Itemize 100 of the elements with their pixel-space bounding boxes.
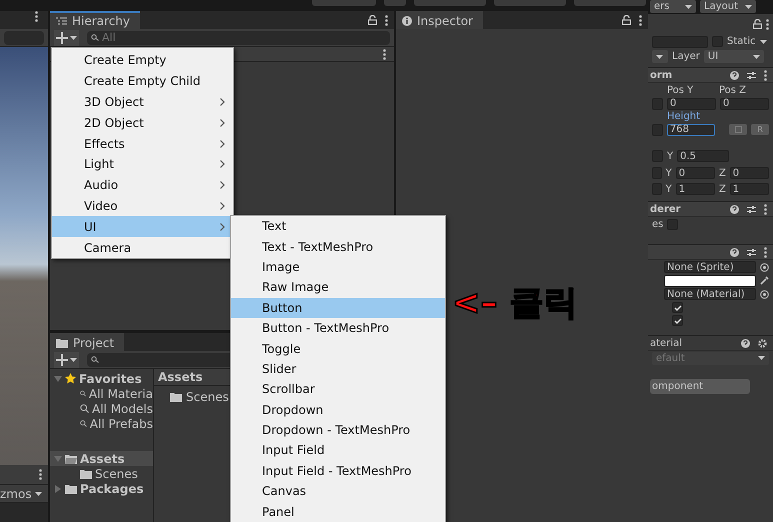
- more-options-icon[interactable]: [383, 48, 386, 60]
- tree-item[interactable]: Scenes: [50, 466, 153, 481]
- tree-item[interactable]: All Models: [50, 401, 153, 416]
- tree-item[interactable]: Packages: [50, 481, 153, 496]
- menu-item[interactable]: Dropdown - TextMeshPro: [231, 420, 445, 440]
- folder-icon: [65, 484, 77, 494]
- input-field[interactable]: 0: [720, 98, 769, 110]
- chevron-right-icon: [220, 222, 225, 231]
- menu-item[interactable]: Create Empty: [52, 50, 233, 71]
- dropdown[interactable]: Layout: [700, 0, 756, 13]
- menu-item[interactable]: Button - TextMeshPro: [231, 318, 445, 338]
- field-label: es: [652, 219, 664, 230]
- menu-item[interactable]: 3D Object: [52, 92, 233, 112]
- preset-icon[interactable]: [747, 248, 756, 256]
- static-label: Static: [727, 36, 756, 47]
- menu-item[interactable]: Video: [52, 196, 233, 216]
- menu-item[interactable]: Toggle: [231, 338, 445, 359]
- preset-icon[interactable]: [747, 70, 756, 80]
- input-field[interactable]: 0: [667, 98, 716, 110]
- input-field[interactable]: 1: [676, 183, 715, 195]
- open-folder-icon: [65, 454, 77, 464]
- more-options-icon[interactable]: [39, 469, 42, 480]
- more-options-icon[interactable]: [639, 14, 642, 26]
- menu-item[interactable]: Audio: [52, 174, 233, 196]
- menu-item[interactable]: Camera: [52, 237, 233, 258]
- menu-item[interactable]: Raw Image: [231, 277, 445, 298]
- checkbox[interactable]: [672, 315, 683, 326]
- more-options-icon[interactable]: [764, 246, 767, 258]
- add-component-button[interactable]: omponent: [650, 379, 750, 394]
- menu-item[interactable]: Effects: [52, 133, 233, 154]
- height-field[interactable]: 768: [666, 124, 716, 136]
- hierarchy-tab[interactable]: Hierarchy: [50, 11, 140, 29]
- target-icon[interactable]: [760, 262, 769, 272]
- plus-icon: [56, 32, 68, 44]
- blueprint-button[interactable]: [729, 124, 748, 135]
- tree-item[interactable]: All Materia: [50, 386, 153, 401]
- caret-icon: [70, 358, 77, 362]
- tree-item[interactable]: All Prefabs: [50, 416, 153, 431]
- input-field[interactable]: 0.5: [677, 150, 730, 162]
- material-field[interactable]: None (Material): [664, 288, 756, 300]
- caret-icon: [752, 54, 760, 58]
- star-icon: [65, 373, 76, 384]
- input-field[interactable]: 1: [730, 183, 770, 195]
- menu-item[interactable]: Panel: [231, 501, 445, 522]
- search-icon: [91, 34, 99, 41]
- layer-dropdown[interactable]: UI: [704, 50, 764, 63]
- field-label: Pos Z: [719, 84, 748, 96]
- menu-item[interactable]: Text - TextMeshPro: [231, 236, 445, 257]
- lock-icon[interactable]: [753, 19, 762, 29]
- help-icon[interactable]: [730, 248, 739, 256]
- create-button[interactable]: [54, 30, 79, 46]
- more-options-icon[interactable]: [764, 70, 767, 80]
- more-options-icon[interactable]: [385, 14, 388, 26]
- dropdown[interactable]: [652, 50, 668, 63]
- menu-item[interactable]: Button: [231, 298, 445, 318]
- help-icon[interactable]: [741, 338, 750, 348]
- menu-item[interactable]: Input Field: [231, 440, 445, 461]
- preset-icon[interactable]: [747, 204, 756, 214]
- help-icon[interactable]: [730, 70, 739, 80]
- sprite-field[interactable]: None (Sprite): [664, 261, 756, 273]
- menu-item[interactable]: Canvas: [231, 481, 445, 502]
- menu-item[interactable]: Text: [231, 216, 445, 236]
- more-options-icon[interactable]: [35, 11, 38, 22]
- input-field[interactable]: 0: [676, 167, 715, 179]
- create-button[interactable]: [54, 352, 79, 368]
- menu-item[interactable]: Dropdown: [231, 400, 445, 420]
- menu-item[interactable]: Image: [231, 256, 445, 278]
- menu-item[interactable]: Input Field - TextMeshPro: [231, 460, 445, 482]
- menu-item[interactable]: UI: [52, 216, 233, 238]
- inspector-tab[interactable]: Inspector: [396, 11, 483, 29]
- eyedropper-icon[interactable]: [760, 276, 769, 285]
- menu-item[interactable]: Light: [52, 154, 233, 175]
- plus-icon: [56, 354, 68, 366]
- caret-icon: [685, 4, 692, 8]
- axis-label: Y: [666, 168, 672, 179]
- search-field[interactable]: [4, 30, 44, 44]
- folder-item[interactable]: Scenes: [154, 386, 229, 404]
- info-icon: [402, 16, 412, 26]
- input-field[interactable]: 0: [730, 167, 770, 179]
- help-icon[interactable]: [730, 204, 739, 214]
- settings-icon[interactable]: [758, 338, 767, 348]
- chevron-right-icon: [220, 181, 225, 190]
- project-tab[interactable]: Project: [50, 333, 124, 351]
- menu-item[interactable]: 2D Object: [52, 112, 233, 134]
- caret-icon: [656, 54, 663, 58]
- layer-label: Layer: [672, 51, 700, 62]
- checkbox[interactable]: [672, 302, 683, 313]
- tree-item[interactable]: Favorites: [50, 371, 153, 386]
- lock-icon[interactable]: [622, 15, 631, 25]
- more-options-icon[interactable]: [766, 18, 769, 30]
- dropdown[interactable]: ers: [650, 0, 696, 13]
- more-options-icon[interactable]: [764, 204, 767, 214]
- menu-item[interactable]: Create Empty Child: [52, 70, 233, 92]
- lock-icon[interactable]: [368, 15, 377, 25]
- search-icon: [91, 356, 99, 363]
- target-icon[interactable]: [760, 290, 769, 298]
- folder-icon: [170, 392, 182, 402]
- color-field[interactable]: [664, 274, 756, 286]
- tree-item[interactable]: Assets: [50, 451, 153, 466]
- list-icon: [56, 17, 67, 25]
